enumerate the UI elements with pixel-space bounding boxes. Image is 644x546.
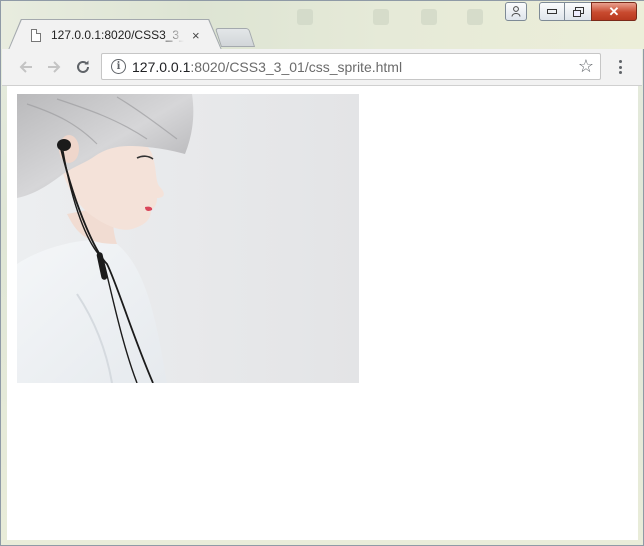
tab-content[interactable]: 127.0.0.1:8020/CSS3_3_01/css_sprite.html… [31,26,211,44]
user-icon [511,6,521,17]
close-icon: ✕ [608,3,620,19]
info-icon[interactable]: i [111,59,126,74]
portrait-illustration [17,94,194,383]
back-button[interactable] [16,57,36,77]
reload-button[interactable] [73,57,93,77]
forward-arrow-icon [48,61,61,73]
page-viewport [7,86,638,540]
desktop-ghost-icon [467,9,483,25]
url-host: 127.0.0.1 [132,59,191,75]
url-text[interactable]: 127.0.0.1:8020/CSS3_3_01/css_sprite.html [132,59,402,75]
maximize-icon [572,6,584,17]
minimize-button[interactable] [539,2,565,21]
browser-window: ✕ 127.0.0.1:8020/CSS3_3_01/css_sprite.ht… [0,0,644,546]
desktop-ghost-icon [297,9,313,25]
minimize-icon [547,8,557,14]
user-profile-button[interactable] [505,2,527,21]
tab-close-icon[interactable]: × [192,28,200,43]
new-tab-button[interactable] [214,28,256,47]
back-arrow-icon [19,61,32,73]
reload-icon [77,60,89,73]
desktop-ghost-icon [373,9,389,25]
close-window-button[interactable]: ✕ [591,2,637,21]
document-icon [31,28,41,42]
desktop-ghost-icon [421,9,437,25]
maximize-button[interactable] [564,2,592,21]
forward-button[interactable] [44,57,64,77]
browser-toolbar: i 127.0.0.1:8020/CSS3_3_01/css_sprite.ht… [2,49,642,86]
sprite-image [17,94,359,383]
tab-title: 127.0.0.1:8020/CSS3_3_01/css_sprite.html [51,28,184,42]
menu-dots-icon[interactable] [614,58,626,76]
url-path: :8020/CSS3_3_01/css_sprite.html [190,59,403,75]
bookmark-star-icon[interactable]: ☆ [578,56,594,77]
address-bar[interactable]: i 127.0.0.1:8020/CSS3_3_01/css_sprite.ht… [101,53,601,80]
